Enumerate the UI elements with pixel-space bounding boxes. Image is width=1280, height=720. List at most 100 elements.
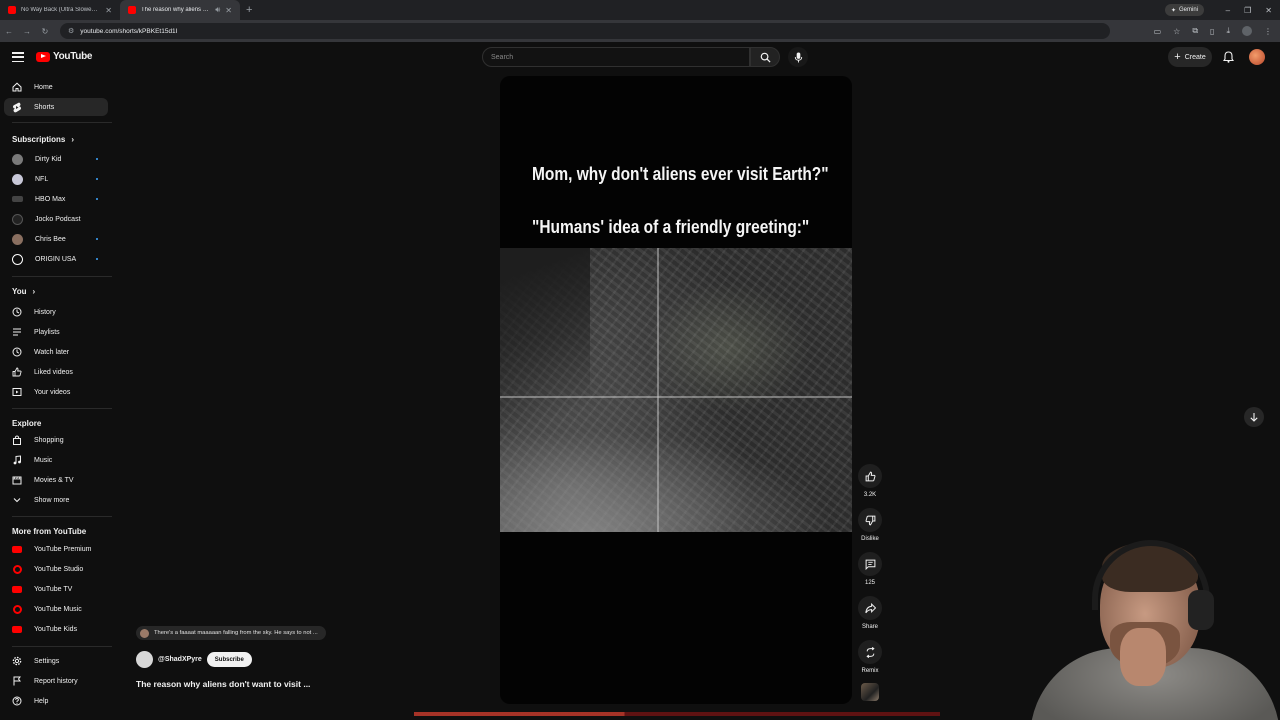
close-tab-icon[interactable]: ✕: [225, 6, 232, 15]
extensions-icon[interactable]: ⧉: [1192, 26, 1198, 36]
search-button[interactable]: [750, 47, 780, 67]
bell-icon: [1222, 51, 1234, 63]
plus-icon: +: [1174, 50, 1181, 63]
channel-handle[interactable]: @ShadXPyre: [158, 656, 202, 663]
short-title[interactable]: The reason why aliens don't want to visi…: [136, 679, 310, 689]
comments-button[interactable]: 125: [858, 552, 882, 586]
divider: [12, 646, 112, 647]
close-window-icon[interactable]: ✕: [1265, 6, 1272, 15]
channel-avatar: [12, 196, 23, 202]
youtube-favicon-icon: [128, 6, 136, 14]
sidebar-item-label: Playlists: [34, 328, 60, 336]
new-content-dot: [96, 158, 98, 160]
sidebar-item-your-videos[interactable]: Your videos: [4, 383, 108, 401]
search-input[interactable]: Search: [482, 47, 750, 67]
account-avatar[interactable]: [1249, 49, 1265, 65]
subscriptions-heading[interactable]: Subscriptions ›: [12, 135, 74, 144]
create-button[interactable]: + Create: [1168, 47, 1212, 67]
sidebar-item-youtube-premium[interactable]: YouTube Premium: [4, 540, 108, 558]
sidebar-item-chris-bee[interactable]: Chris Bee: [4, 230, 108, 248]
sidebar-item-movies-tv[interactable]: Movies & TV: [4, 471, 108, 489]
sound-thumbnail[interactable]: [861, 683, 879, 701]
playlists-icon: [12, 327, 22, 337]
sidebar-item-label: History: [34, 308, 56, 316]
remix-button[interactable]: Remix: [858, 640, 882, 674]
sparkle-icon: ✦: [1170, 7, 1176, 14]
voice-search-button[interactable]: [788, 47, 808, 67]
sidebar-item-shorts[interactable]: Shorts: [4, 98, 108, 116]
sidebar-item-youtube-studio[interactable]: YouTube Studio: [4, 560, 108, 578]
sidebar-item-label: Music: [34, 456, 53, 464]
sidebar-item-music[interactable]: Music: [4, 451, 108, 469]
thumbs-up-icon: [858, 464, 882, 488]
reload-icon[interactable]: ↻: [36, 27, 54, 36]
divider: [12, 408, 112, 409]
sidebar-item-home[interactable]: Home: [4, 78, 108, 96]
kebab-menu-icon[interactable]: ⋮: [1264, 27, 1272, 36]
gemini-label: Gemini: [1178, 7, 1198, 13]
new-content-dot: [96, 238, 98, 240]
notifications-button[interactable]: [1220, 48, 1236, 66]
sidebar-item-help[interactable]: Help: [4, 692, 108, 710]
share-button[interactable]: Share: [858, 596, 882, 630]
browser-profile-avatar[interactable]: [1242, 26, 1252, 36]
sidebar-item-youtube-kids[interactable]: YouTube Kids: [4, 620, 108, 638]
sidebar-item-label: NFL: [35, 175, 49, 183]
sidebar-item-youtube-music[interactable]: YouTube Music: [4, 600, 108, 618]
sidebar-item-jocko-podcast[interactable]: Jocko Podcast: [4, 210, 108, 228]
youtube-tv-icon: [12, 584, 22, 594]
shorts-video-player[interactable]: Mom, why don't aliens ever visit Earth?"…: [500, 76, 852, 704]
sidebar-item-show-more[interactable]: Show more: [4, 491, 108, 509]
download-icon[interactable]: ⤓: [1226, 26, 1230, 36]
sidebar-item-dirty-kid[interactable]: Dirty Kid: [4, 150, 108, 168]
hamburger-menu-icon[interactable]: [12, 52, 24, 62]
crosshair-vertical: [657, 248, 659, 532]
sidepanel-icon[interactable]: ▯: [1210, 27, 1214, 36]
video-progress-bar[interactable]: [414, 712, 940, 716]
forward-icon[interactable]: →: [18, 27, 36, 36]
next-short-button[interactable]: [1244, 407, 1264, 427]
cast-icon[interactable]: ▭: [1154, 27, 1162, 36]
chevron-down-icon: [12, 495, 22, 505]
sidebar-item-history[interactable]: History: [4, 303, 108, 321]
close-tab-icon[interactable]: ✕: [105, 6, 112, 15]
sidebar-item-settings[interactable]: Settings: [4, 652, 108, 670]
sidebar-item-liked-videos[interactable]: Liked videos: [4, 363, 108, 381]
sidebar-item-report-history[interactable]: Report history: [4, 672, 108, 690]
sidebar-item-youtube-tv[interactable]: YouTube TV: [4, 580, 108, 598]
browser-tab-2[interactable]: The reason why aliens don't 🔊︎ ✕: [120, 0, 240, 20]
back-icon[interactable]: ←: [0, 27, 18, 36]
speaker-icon[interactable]: 🔊︎: [215, 5, 220, 15]
like-icon: [12, 367, 22, 377]
divider: [12, 122, 112, 123]
comment-preview[interactable]: There's a faaaat maaaaan falling from th…: [136, 626, 326, 640]
like-button[interactable]: 3.2K: [858, 464, 882, 498]
minimize-icon[interactable]: –: [1226, 6, 1230, 15]
new-tab-button[interactable]: +: [240, 4, 258, 16]
share-label: Share: [861, 624, 878, 630]
channel-avatar[interactable]: [136, 651, 153, 668]
subscribe-button[interactable]: Subscribe: [206, 652, 252, 667]
new-content-dot: [96, 178, 98, 180]
youtube-logo[interactable]: YouTube: [36, 51, 93, 62]
music-icon: [12, 455, 22, 465]
sidebar-item-nfl[interactable]: NFL: [4, 170, 108, 188]
browser-tab-1[interactable]: No Way Back (Ultra Slowed) - Y ✕: [0, 0, 120, 20]
sidebar-item-hbo-max[interactable]: HBO Max: [4, 190, 108, 208]
sidebar-item-origin-usa[interactable]: ORIGIN USA: [4, 250, 108, 268]
sidebar-item-shopping[interactable]: Shopping: [4, 431, 108, 449]
sidebar-item-label: Help: [34, 697, 49, 705]
bookmark-star-icon[interactable]: ☆: [1173, 27, 1180, 36]
webcam-overlay: [1000, 530, 1280, 720]
address-bar[interactable]: ⚙ youtube.com/shorts/kPBKEt15d1I: [60, 23, 1110, 39]
sidebar-item-playlists[interactable]: Playlists: [4, 323, 108, 341]
gemini-button[interactable]: ✦ Gemini: [1164, 4, 1204, 16]
you-heading[interactable]: You ›: [12, 287, 35, 296]
site-info-icon[interactable]: ⚙: [68, 27, 74, 35]
channel-avatar: [12, 253, 23, 265]
dislike-button[interactable]: Dislike: [858, 508, 882, 542]
restore-icon[interactable]: ❐: [1244, 6, 1251, 15]
divider: [12, 276, 112, 277]
sidebar-item-watch-later[interactable]: Watch later: [4, 343, 108, 361]
channel-avatar: [12, 173, 23, 185]
